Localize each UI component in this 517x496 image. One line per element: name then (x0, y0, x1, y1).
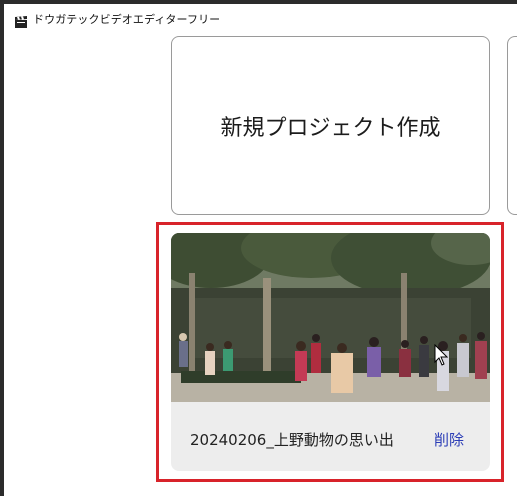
new-project-card[interactable]: 新規プロジェクト作成 (171, 36, 490, 215)
clapperboard-icon (15, 13, 27, 28)
project-name: 20240206_上野動物の思い出 (190, 431, 394, 449)
window-title: ドウガテックビデオエディターフリー (33, 13, 221, 26)
app-window: ドウガテックビデオエディターフリー 新規プロジェクト作成 20240206_上野… (4, 4, 517, 496)
project-thumbnail[interactable] (171, 233, 490, 402)
next-card-partial[interactable] (507, 36, 517, 215)
mouse-cursor-icon (434, 344, 448, 366)
new-project-label: 新規プロジェクト作成 (220, 115, 441, 141)
delete-button[interactable]: 削除 (434, 429, 464, 450)
title-bar: ドウガテックビデオエディターフリー (4, 4, 517, 34)
